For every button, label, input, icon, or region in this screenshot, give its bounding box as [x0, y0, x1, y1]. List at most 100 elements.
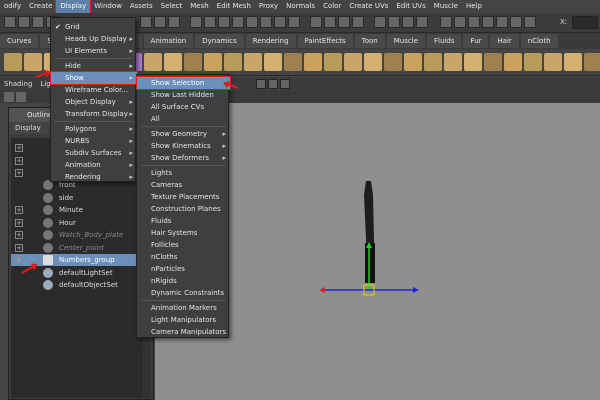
shelf-tab-fur[interactable]: Fur: [463, 34, 489, 48]
show-menu-fluids[interactable]: Fluids: [137, 215, 230, 227]
mask-icon[interactable]: [260, 16, 272, 28]
shelf-tool-icon[interactable]: [304, 53, 322, 71]
shelf-tool-icon[interactable]: [464, 53, 482, 71]
menu-create[interactable]: Create: [25, 0, 56, 13]
snap-plane-icon[interactable]: [352, 16, 364, 28]
shelf-tool-icon[interactable]: [244, 53, 262, 71]
shelf-tab-painteffects[interactable]: PaintEffects: [297, 34, 353, 48]
shelf-tool-icon[interactable]: [504, 53, 522, 71]
expand-icon[interactable]: +: [15, 218, 23, 227]
shelf-tab-rendering[interactable]: Rendering: [245, 34, 296, 48]
x-field[interactable]: [572, 16, 598, 29]
tool-icon[interactable]: [510, 16, 522, 28]
menu-muscle[interactable]: Muscle: [430, 0, 462, 13]
display-menu-ui-elements[interactable]: UI Elements ▸: [51, 45, 137, 57]
panel-icon[interactable]: [4, 92, 14, 102]
shelf-tool-icon[interactable]: [204, 53, 222, 71]
shelf-tool-icon[interactable]: [4, 53, 22, 71]
show-menu-nparticles[interactable]: nParticles: [137, 263, 230, 275]
shelf-tool-icon[interactable]: [424, 53, 442, 71]
shelf-tab-curves[interactable]: Curves: [0, 34, 39, 48]
shelf-tool-icon[interactable]: [344, 53, 362, 71]
shelf-tool-icon[interactable]: [484, 53, 502, 71]
shelf-tool-icon[interactable]: [284, 53, 302, 71]
expand-icon[interactable]: +: [15, 256, 23, 264]
select-component-icon[interactable]: [168, 16, 180, 28]
shelf-tab-animation[interactable]: Animation: [143, 34, 194, 48]
shelf-tool-icon[interactable]: [444, 53, 462, 71]
new-scene-icon[interactable]: [18, 16, 30, 28]
expand-icon[interactable]: +: [15, 169, 23, 177]
expand-icon[interactable]: +: [15, 231, 23, 239]
show-menu-show-geometry[interactable]: Show Geometry ▸: [137, 128, 230, 140]
mask-icon[interactable]: [190, 16, 202, 28]
shelf-tab-ncloth[interactable]: nCloth: [520, 34, 558, 48]
outliner-row[interactable]: defaultObjectSet: [11, 279, 143, 291]
shelf-tool-icon[interactable]: [524, 53, 542, 71]
menu-assets[interactable]: Assets: [126, 0, 157, 13]
outliner-row[interactable]: + Hour: [11, 217, 143, 229]
expand-icon[interactable]: +: [15, 144, 23, 152]
show-menu-lights[interactable]: Lights: [137, 167, 230, 179]
menu-create-uvs[interactable]: Create UVs: [345, 0, 392, 13]
show-menu-hair-systems[interactable]: Hair Systems: [137, 227, 230, 239]
show-menu-ncloths[interactable]: nCloths: [137, 251, 230, 263]
display-menu-rendering[interactable]: Rendering ▸: [51, 171, 137, 183]
outliner-row[interactable]: + Watch_Body_plate: [11, 229, 143, 241]
film-gate-icon[interactable]: [268, 79, 278, 89]
menu-normals[interactable]: Normals: [282, 0, 319, 13]
display-menu-animation[interactable]: Animation ▸: [51, 159, 137, 171]
render-settings-icon[interactable]: [416, 16, 428, 28]
shelf-tool-icon[interactable]: [164, 53, 182, 71]
open-scene-icon[interactable]: [32, 16, 44, 28]
shelf-tool-icon[interactable]: [564, 53, 582, 71]
shelf-tool-icon[interactable]: [264, 53, 282, 71]
tool-icon[interactable]: [496, 16, 508, 28]
menu-odify[interactable]: odify: [0, 0, 25, 13]
tool-icon[interactable]: [468, 16, 480, 28]
mask-icon[interactable]: [288, 16, 300, 28]
show-menu-camera-manipulators[interactable]: Camera Manipulators: [137, 326, 230, 338]
display-menu-wireframe-color[interactable]: Wireframe Color...: [51, 84, 137, 96]
history-icon[interactable]: [374, 16, 386, 28]
tool-icon[interactable]: [524, 16, 536, 28]
menu-mesh[interactable]: Mesh: [186, 0, 212, 13]
display-menu-heads-up-display[interactable]: Heads Up Display ▸: [51, 33, 137, 45]
expand-icon[interactable]: +: [15, 156, 23, 165]
shelf-tab-dynamics[interactable]: Dynamics: [195, 34, 244, 48]
mask-icon[interactable]: [274, 16, 286, 28]
display-menu-show[interactable]: Show ▸: [50, 71, 138, 85]
show-menu-all[interactable]: All: [137, 113, 230, 125]
scissors-icon[interactable]: [280, 79, 290, 89]
menu-window[interactable]: Window: [90, 0, 126, 13]
display-menu-object-display[interactable]: Object Display ▸: [51, 96, 137, 108]
shelf-tool-icon[interactable]: [544, 53, 562, 71]
menu-edit-uvs[interactable]: Edit UVs: [392, 0, 429, 13]
mode-icon[interactable]: [4, 16, 16, 28]
menu-proxy[interactable]: Proxy: [255, 0, 282, 13]
mask-icon[interactable]: [246, 16, 258, 28]
snap-grid-icon[interactable]: [310, 16, 322, 28]
show-menu-show-kinematics[interactable]: Show Kinematics ▸: [137, 140, 230, 152]
mask-icon[interactable]: [218, 16, 230, 28]
panel-icon[interactable]: [16, 92, 26, 102]
menu-select[interactable]: Select: [157, 0, 187, 13]
shelf-tool-icon[interactable]: [184, 53, 202, 71]
select-object-icon[interactable]: [154, 16, 166, 28]
menu-help[interactable]: Help: [462, 0, 486, 13]
select-hierarchy-icon[interactable]: [140, 16, 152, 28]
outliner-row[interactable]: + Minute: [11, 204, 143, 216]
tool-icon[interactable]: [454, 16, 466, 28]
show-menu-follicles[interactable]: Follicles: [137, 239, 230, 251]
display-menu-nurbs[interactable]: NURBS ▸: [51, 135, 137, 147]
shelf-tab-hair[interactable]: Hair: [490, 34, 519, 48]
show-menu-show-deformers[interactable]: Show Deformers ▸: [137, 152, 230, 164]
show-menu-all-surface-cvs[interactable]: All Surface CVs: [137, 101, 230, 113]
show-menu-show-last-hidden[interactable]: Show Last Hidden: [137, 89, 230, 101]
menu-color[interactable]: Color: [319, 0, 345, 13]
ipr-render-icon[interactable]: [402, 16, 414, 28]
show-menu-dynamic-constraints[interactable]: Dynamic Constraints: [137, 287, 230, 299]
display-menu-hide[interactable]: Hide ▸: [51, 60, 137, 72]
camera-icon[interactable]: [256, 79, 266, 89]
snap-point-icon[interactable]: [338, 16, 350, 28]
